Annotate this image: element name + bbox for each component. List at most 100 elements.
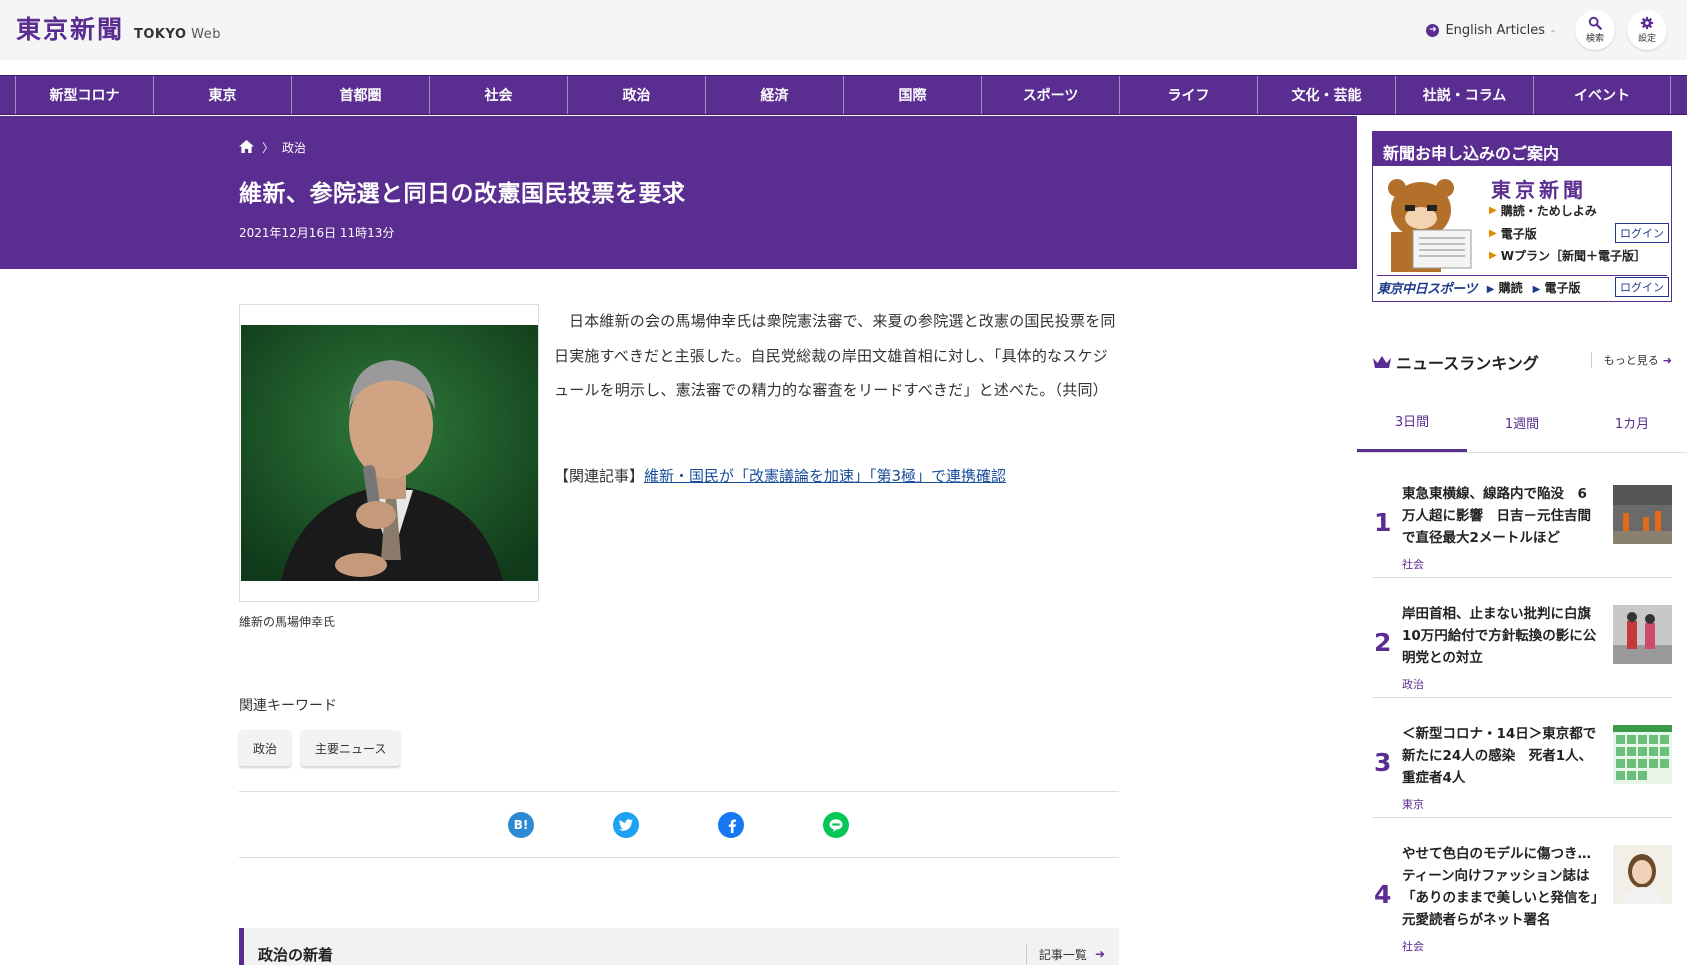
breadcrumb: 〉 政治	[239, 139, 306, 156]
section-title: 政治の新着	[258, 946, 334, 964]
article-list-label: 記事一覧	[1038, 947, 1087, 962]
ranking-more-link[interactable]: もっと見る ➜	[1590, 352, 1672, 368]
keywords-title: 関連キーワード	[239, 698, 337, 714]
nav-item-life[interactable]: ライフ	[1119, 76, 1257, 114]
sports-digital-link[interactable]: ▶ 電子版	[1533, 279, 1581, 296]
ranking-category: 社会	[1402, 940, 1424, 953]
portrait-image	[241, 325, 538, 581]
header-actions: ➜ English Articles - 検索 設定	[1426, 10, 1667, 50]
nav-item-corona[interactable]: 新型コロナ	[15, 76, 153, 114]
related-article: 【関連記事】維新・国民が「改憲議論を加速」「第3極」で連携確認	[554, 465, 1006, 486]
caret-icon: -	[1551, 23, 1555, 37]
subscription-ad[interactable]: 新聞お申し込みのご案内 東京新聞 ▶ 購読・ためしよみ ▶ 電子版 ▶ Wプラン…	[1372, 131, 1672, 302]
nav-item-metro[interactable]: 首都圏	[291, 76, 429, 114]
share-bar: B!	[239, 791, 1119, 858]
photo-caption: 維新の馬場伸幸氏	[239, 615, 336, 629]
ranking-header: ニュースランキング もっと見る ➜	[1372, 348, 1672, 376]
nav-item-politics[interactable]: 政治	[567, 76, 705, 114]
facebook-icon	[728, 819, 736, 833]
related-article-link[interactable]: 維新・国民が「改憲議論を加速」「第3極」で連携確認	[644, 467, 1006, 485]
article-list-link[interactable]: 記事一覧 ➜	[1025, 943, 1105, 965]
ranking-thumbnail	[1613, 725, 1672, 784]
ad-wplan-label: Wプラン［新聞＋電子版］	[1500, 249, 1646, 263]
line-share-button[interactable]	[823, 812, 849, 838]
ad-digital-line[interactable]: ▶ 電子版	[1489, 225, 1537, 242]
line-icon	[829, 819, 843, 832]
nav-item-sports[interactable]: スポーツ	[981, 76, 1119, 114]
logo-en-bold: TOKYO	[134, 27, 187, 42]
settings-button[interactable]: 設定	[1627, 10, 1667, 50]
home-icon	[239, 139, 254, 153]
ad-wplan-line[interactable]: ▶ Wプラン［新聞＋電子版］	[1489, 247, 1646, 264]
site-header: 東京新聞 TOKYO Web ➜ English Articles - 検索 設…	[0, 0, 1687, 60]
ranking-more-label: もっと見る	[1603, 354, 1659, 367]
triangle-right-icon: ▶	[1486, 284, 1495, 295]
nav-item-events[interactable]: イベント	[1533, 76, 1671, 114]
home-link[interactable]	[239, 139, 254, 156]
gear-icon	[1640, 16, 1654, 30]
sports-digital-label: 電子版	[1544, 281, 1581, 295]
sports-logo: 東京中日スポーツ	[1377, 282, 1477, 297]
ad-login-button[interactable]: ログイン	[1615, 223, 1669, 243]
nav-item-tokyo[interactable]: 東京	[153, 76, 291, 114]
search-button[interactable]: 検索	[1575, 10, 1615, 50]
twitter-icon	[618, 819, 633, 831]
ranking-title: ニュースランキング	[1396, 354, 1539, 373]
settings-label: 設定	[1637, 34, 1656, 44]
hatena-share-button[interactable]: B!	[508, 812, 534, 838]
keyword-tag-main-news[interactable]: 主要ニュース	[301, 730, 401, 766]
ranking-thumbnail	[1613, 485, 1672, 544]
ranking-title: 東急東横線、線路内で陥没 6万人超に影響 日吉－元住吉間で直径最大2メートルほど	[1402, 486, 1591, 546]
arrow-right-circle-icon: ➜	[1426, 23, 1440, 37]
triangle-right-icon: ▶	[1532, 284, 1541, 295]
logo-en-light: Web	[191, 27, 221, 42]
ranking-item[interactable]: 1 東急東横線、線路内で陥没 6万人超に影響 日吉－元住吉間で直径最大2メートル…	[1372, 470, 1672, 578]
article-title: 維新、参院選と同日の改憲国民投票を要求	[239, 181, 686, 207]
tab-3days[interactable]: 3日間	[1357, 392, 1467, 452]
ranking-thumbnail	[1613, 605, 1672, 664]
ranking-item[interactable]: 4 やせて色白のモデルに傷つき…ティーン向けファッション誌は「ありのままで美しい…	[1372, 830, 1672, 965]
article-date: 2021年12月16日 11時13分	[239, 226, 395, 240]
article-header: 〉 政治 維新、参院選と同日の改憲国民投票を要求 2021年12月16日 11時…	[0, 116, 1357, 269]
sports-login-button[interactable]: ログイン	[1615, 277, 1669, 297]
ad-subscribe-line[interactable]: ▶ 購読・ためしよみ	[1489, 202, 1597, 219]
tab-1week[interactable]: 1週間	[1467, 392, 1577, 452]
logo-kanji: 東京新聞	[16, 15, 125, 44]
ranking-category: 東京	[1402, 798, 1424, 811]
english-articles-link[interactable]: ➜ English Articles -	[1426, 23, 1555, 38]
sports-subscribe-label: 購読	[1498, 281, 1523, 295]
triangle-right-icon: ▶	[1489, 250, 1497, 261]
chevron-right-icon: 〉	[262, 141, 275, 155]
ranking-number: 4	[1374, 880, 1392, 909]
article-photo-frame	[239, 304, 539, 602]
article-photo[interactable]	[241, 325, 538, 581]
english-articles-label: English Articles	[1445, 22, 1546, 38]
ranking-item[interactable]: 2 岸田首相、止まない批判に白旗 10万円給付で方針転換の影に公明党との対立 政…	[1372, 590, 1672, 698]
ranking-number: 3	[1374, 748, 1392, 777]
ranking-number: 2	[1374, 628, 1392, 657]
nav-item-world[interactable]: 国際	[843, 76, 981, 114]
ad-headline: 新聞お申し込みのご案内	[1373, 132, 1671, 166]
ranking-title: やせて色白のモデルに傷つき…ティーン向けファッション誌は「ありのままで美しいと発…	[1402, 846, 1598, 928]
keyword-tag-politics[interactable]: 政治	[239, 730, 292, 766]
breadcrumb-category[interactable]: 政治	[282, 139, 306, 156]
arrow-right-icon: ➜	[1662, 353, 1672, 367]
nav-item-editorial[interactable]: 社説・コラム	[1395, 76, 1533, 114]
crown-icon	[1373, 356, 1391, 368]
ranking-item[interactable]: 3 ＜新型コロナ・14日＞東京都で新たに24人の感染 死者1人、重症者4人 東京	[1372, 710, 1672, 818]
hatena-icon: B!	[513, 818, 529, 832]
search-label: 検索	[1585, 34, 1604, 44]
nav-item-society[interactable]: 社会	[429, 76, 567, 114]
tab-1month[interactable]: 1カ月	[1577, 392, 1687, 452]
triangle-right-icon: ▶	[1489, 205, 1497, 216]
logo-english: TOKYO Web	[134, 27, 221, 42]
ranking-tabs: 3日間 1週間 1カ月	[1357, 392, 1687, 453]
sports-subscribe-link[interactable]: ▶ 購読	[1487, 279, 1523, 296]
ranking-category: 政治	[1402, 678, 1424, 691]
facebook-share-button[interactable]	[718, 812, 744, 838]
site-logo[interactable]: 東京新聞 TOKYO Web	[16, 10, 221, 46]
nav-item-culture[interactable]: 文化・芸能	[1257, 76, 1395, 114]
nav-item-economy[interactable]: 経済	[705, 76, 843, 114]
newspaper-mascot-icon	[1388, 179, 1472, 272]
twitter-share-button[interactable]	[613, 812, 639, 838]
